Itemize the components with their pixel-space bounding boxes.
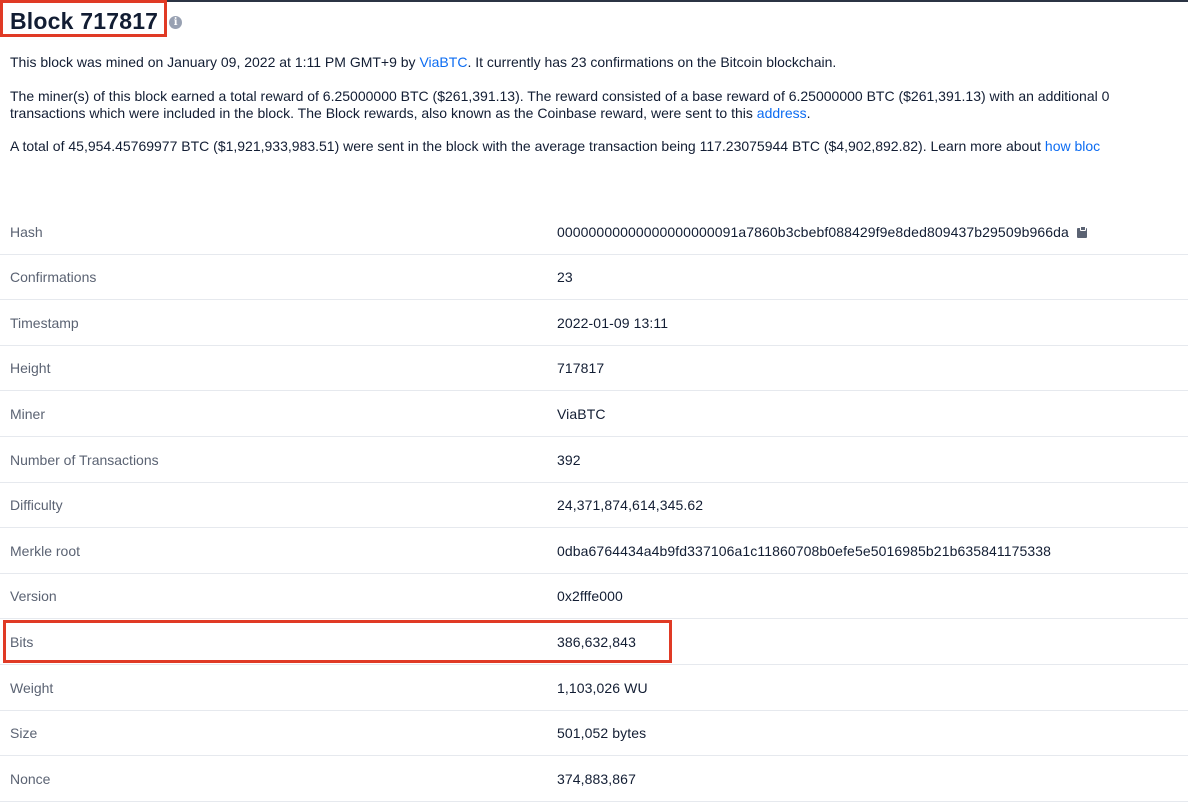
row-value: 0x2fffe000 [557, 588, 623, 604]
summary-coinbase-end: . [806, 105, 811, 121]
row-label: Confirmations [10, 269, 97, 285]
summary-reward-line: The miner(s) of this block earned a tota… [10, 88, 1110, 104]
row-merkle-root: Merkle root 0dba6764434a4b9fd337106a1c11… [0, 529, 1188, 574]
row-version: Version 0x2fffe000 [0, 574, 1188, 619]
clipboard-icon[interactable] [1076, 226, 1087, 238]
summary-mined-line: This block was mined on January 09, 2022… [10, 54, 1188, 71]
row-value: 1,103,026 WU [557, 680, 648, 696]
row-difficulty: Difficulty 24,371,874,614,345.62 [0, 483, 1188, 528]
row-weight: Weight 1,103,026 WU [0, 666, 1188, 711]
row-value: 374,883,867 [557, 771, 636, 787]
address-link[interactable]: address [757, 105, 807, 121]
row-height: Height 717817 [0, 346, 1188, 391]
row-number-of-transactions: Number of Transactions 392 [0, 438, 1188, 483]
learn-more-link[interactable]: how bloc [1045, 138, 1100, 154]
summary-confirmations-text: . It currently has 23 confirmations on t… [467, 54, 837, 70]
row-value: 0dba6764434a4b9fd337106a1c11860708b0efe5… [557, 543, 1052, 559]
row-value: 392 [557, 452, 581, 468]
miner-value-link[interactable]: ViaBTC [557, 406, 606, 422]
row-label: Height [10, 360, 51, 376]
row-label: Merkle root [10, 543, 81, 559]
summary-mined-text: This block was mined on January 09, 2022… [10, 54, 420, 70]
row-size: Size 501,052 bytes [0, 711, 1188, 756]
summary-coinbase-line: transactions which were included in the … [10, 105, 1188, 122]
hash-value[interactable]: 00000000000000000000091a7860b3cbebf08842… [557, 224, 1069, 240]
row-label: Timestamp [10, 315, 79, 331]
row-label: Hash [10, 224, 43, 240]
summary-total-text: A total of 45,954.45769977 BTC ($1,921,9… [10, 138, 1045, 154]
row-value: 00000000000000000000091a7860b3cbebf08842… [557, 224, 1087, 240]
row-label: Miner [10, 406, 46, 422]
row-value: 717817 [557, 360, 605, 376]
row-miner: Miner ViaBTC [0, 392, 1188, 437]
bits-highlight-box [3, 620, 672, 663]
row-value: 24,371,874,614,345.62 [557, 497, 704, 513]
row-confirmations: Confirmations 23 [0, 255, 1188, 300]
row-label: Difficulty [10, 497, 63, 513]
row-value: 23 [557, 269, 573, 285]
row-value: 501,052 bytes [557, 725, 647, 741]
row-nonce: Nonce 374,883,867 [0, 757, 1188, 802]
row-label: Number of Transactions [10, 452, 159, 468]
row-label: Version [10, 588, 57, 604]
row-value: 2022-01-09 13:11 [557, 315, 669, 331]
row-timestamp: Timestamp 2022-01-09 13:11 [0, 301, 1188, 346]
row-label: Nonce [10, 771, 51, 787]
row-hash: Hash 00000000000000000000091a7860b3cbebf… [0, 210, 1188, 255]
summary-total-line: A total of 45,954.45769977 BTC ($1,921,9… [10, 138, 1188, 155]
row-label: Weight [10, 680, 54, 696]
title-highlight-box [0, 0, 167, 37]
top-border [0, 0, 1188, 2]
info-icon[interactable]: i [169, 15, 183, 29]
summary-coinbase-text: transactions which were included in the … [10, 105, 757, 121]
row-label: Size [10, 725, 38, 741]
miner-link[interactable]: ViaBTC [419, 54, 467, 70]
